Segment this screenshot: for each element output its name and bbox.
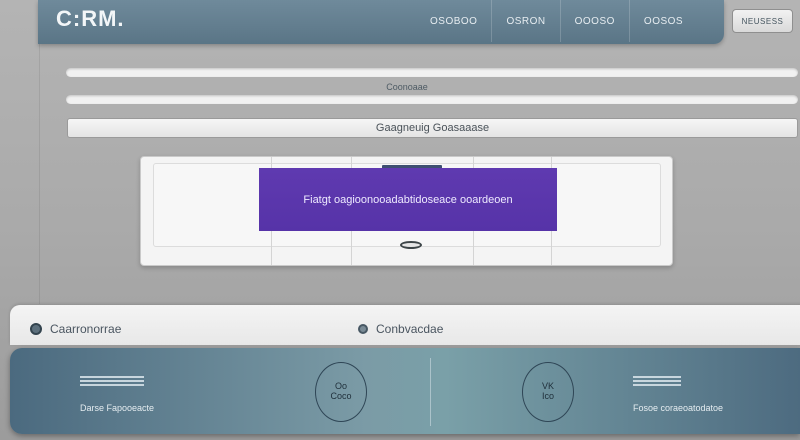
radio-dot-icon <box>30 323 42 335</box>
dialog-drag-handle[interactable] <box>400 241 422 249</box>
app-logo[interactable]: C:RM. <box>56 6 125 32</box>
nav-item-2[interactable]: OSRON <box>491 0 559 42</box>
strip-item-left[interactable]: Caarronorrae <box>30 322 121 336</box>
footer-circle-button-left[interactable]: Oo Coco <box>315 362 367 422</box>
strip-item-right[interactable]: Conbvacdae <box>358 322 443 336</box>
main-nav: OSOBOO OSRON OOOSO OOSOS <box>416 0 697 42</box>
top-header: C:RM. OSOBOO OSRON OOOSO OOSOS <box>38 0 724 44</box>
progress-bar-top <box>66 68 798 77</box>
footer-panel: Darse Fapooeacte Oo Coco VK Ico Fosoe co… <box>10 348 800 434</box>
nav-item-1[interactable]: OSOBOO <box>416 0 491 42</box>
footer-right-label: Fosoe coraeoatodatoe <box>633 403 724 413</box>
nav-item-4[interactable]: OOSOS <box>628 0 697 42</box>
search-bar[interactable]: Gaagneuig Goasaaase <box>67 118 798 138</box>
header-right-button[interactable]: NEUSESS <box>732 9 793 33</box>
footer-circle-button-right[interactable]: VK Ico <box>522 362 574 422</box>
strip-left-label: Caarronorrae <box>50 322 122 336</box>
central-dialog: Fiatgt oagioonooadabtidoseace ooardeoen <box>140 156 673 266</box>
radio-dot-icon <box>358 324 368 334</box>
strip-right-label: Conbvacdae <box>376 322 444 336</box>
footer-divider <box>430 358 431 426</box>
dialog-message-box: Fiatgt oagioonooadabtidoseace ooardeoen <box>259 168 557 231</box>
wave-lines-icon <box>80 376 144 388</box>
footer-left-label: Darse Fapooeacte <box>80 403 155 413</box>
contact-strip: Caarronorrae Conbvacdae <box>10 305 800 345</box>
wave-lines-icon <box>633 376 681 388</box>
progress-bar-bottom <box>66 95 798 104</box>
bar-caption: Coonoaae <box>386 82 428 92</box>
nav-item-3[interactable]: OOOSO <box>559 0 629 42</box>
